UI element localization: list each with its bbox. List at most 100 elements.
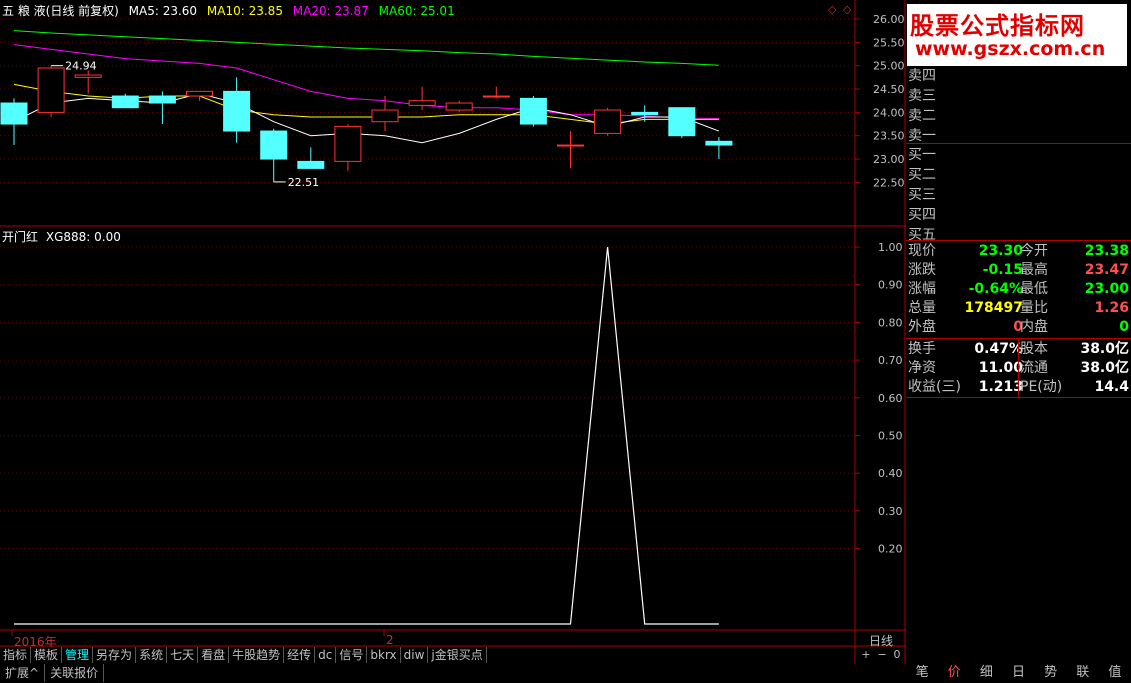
quote-value: -0.15 <box>982 262 1023 278</box>
candle-body-down <box>148 95 176 104</box>
right-tab-3[interactable]: 日 <box>1002 664 1034 682</box>
ma60-line <box>13 30 719 66</box>
y-tick-label: 1.00 <box>878 241 903 254</box>
tab-12[interactable]: diw <box>401 647 429 663</box>
right-tab-0[interactable]: 笔 <box>906 664 938 682</box>
candle-body-up <box>445 102 473 111</box>
bottom-bar: 扩展^ 关联报价 <box>0 664 906 683</box>
buy-level-label: 买二 <box>908 167 936 183</box>
tab-4[interactable]: 系统 <box>136 647 168 663</box>
sell-level-label: 卖二 <box>908 108 936 124</box>
y-tick-label: 23.50 <box>873 130 905 143</box>
buy-level-label: 买三 <box>908 187 936 203</box>
quote-value: 0.47% <box>974 341 1023 357</box>
quote-column-divider <box>1018 338 1019 397</box>
bottom-button-0[interactable]: 扩展^ <box>0 664 46 682</box>
tab-3[interactable]: 另存为 <box>93 647 137 663</box>
y-tick-label: 25.50 <box>873 36 905 49</box>
y-tick-label: 22.50 <box>873 176 905 189</box>
candle-body-down <box>0 102 28 125</box>
quote-divider-3 <box>906 397 1131 398</box>
quote-row: 总量 178497 量比 1.26 <box>906 299 1131 318</box>
tab-5[interactable]: 七天 <box>167 647 199 663</box>
quote-label: 今开 <box>1020 243 1048 259</box>
quote-label: 现价 <box>908 243 936 259</box>
tab-6[interactable]: 看盘 <box>198 647 230 663</box>
indicator-header: 开门红 XG888: 0.00 <box>2 228 121 245</box>
right-tab-5[interactable]: 联 <box>1067 664 1099 682</box>
tab-2[interactable]: 管理 <box>62 647 94 663</box>
period-label: (日线 前复权) <box>45 4 119 18</box>
indicator-name: 开门红 <box>2 230 39 244</box>
quote-label: 总量 <box>908 300 936 316</box>
quote-value: 38.0亿 <box>1080 360 1129 376</box>
quote-value: 1.26 <box>1094 300 1129 316</box>
quote-label: 最高 <box>1020 262 1048 278</box>
watermark-url: www.gszx.com.cn <box>915 38 1106 60</box>
y-tick-label: 0.50 <box>878 430 903 443</box>
y-tick-label: 24.00 <box>873 106 905 119</box>
candle-body-up <box>594 109 622 134</box>
quote-label: 换手 <box>908 341 936 357</box>
quote-label: 外盘 <box>908 319 936 335</box>
tab-7[interactable]: 牛股趋势 <box>229 647 285 663</box>
sell-level-label: 卖三 <box>908 88 936 104</box>
tab-10[interactable]: 信号 <box>336 647 368 663</box>
zoom-out-button[interactable]: − <box>877 648 886 661</box>
candle-body-up <box>186 90 213 97</box>
candle-body-down <box>705 140 733 146</box>
tab-11[interactable]: bkrx <box>367 647 401 663</box>
candle-body-down <box>223 90 251 132</box>
tab-13[interactable]: j金银买点 <box>428 647 487 663</box>
indicator-value: XG888: 0.00 <box>45 230 121 244</box>
quote-row: 涨跌 -0.15 最高 23.47 <box>906 261 1131 280</box>
right-tab-2[interactable]: 细 <box>970 664 1002 682</box>
low-marker-label: 22.51 <box>288 176 320 189</box>
zoom-value: 0 <box>893 648 901 661</box>
y-tick-label: 0.30 <box>878 505 903 518</box>
quote-value: 23.30 <box>978 243 1023 259</box>
quote-divider <box>906 240 1131 241</box>
collapse-diamond-icon[interactable]: ◇ <box>828 3 836 16</box>
chart-canvas[interactable]: 26.00 25.50 25.00 24.50 24.00 23.50 23.00 22.50… <box>0 0 906 664</box>
candle-body-down <box>260 130 288 160</box>
stock-name: 五 粮 液 <box>2 4 46 18</box>
watermark: 股票公式指标网 www.gszx.com.cn <box>907 4 1127 66</box>
buy-level-label: 买四 <box>908 207 936 223</box>
right-tab-4[interactable]: 势 <box>1035 664 1067 682</box>
right-tab-1[interactable]: 价 <box>938 664 970 682</box>
candle-body-down <box>297 160 325 169</box>
quote-row: 外盘 0 内盘 0 <box>906 318 1131 337</box>
quote-value: 1.213 <box>978 379 1023 395</box>
quote-value: 0 <box>1119 319 1129 335</box>
right-tab-6[interactable]: 值 <box>1099 664 1131 682</box>
quote-panel: 卖五卖四卖三卖二卖一买一买二买三买四买五 现价23.30今开23.38涨跌-0.… <box>906 0 1131 661</box>
quote-value: 23.00 <box>1084 281 1129 297</box>
quote-value: -0.64% <box>968 281 1023 297</box>
ma10-label: MA10: 23.85 <box>206 4 283 18</box>
quote-label: 流通 <box>1020 360 1048 376</box>
tab-8[interactable]: 经传 <box>284 647 316 663</box>
zoom-in-button[interactable]: + <box>861 648 870 661</box>
candle-body-up <box>557 144 584 147</box>
indicator-tabbar: 指标 模板 管理 另存为 系统 七天 看盘 牛股趋势 经传 dc 信号 bkrx diw j金银买点 <box>0 647 487 664</box>
quote-value: 23.38 <box>1084 243 1129 259</box>
bottom-button-1[interactable]: 关联报价 <box>45 664 105 682</box>
expand-diamond-icon[interactable]: ◇ <box>843 3 851 16</box>
quote-label: 涨幅 <box>908 281 936 297</box>
tab-1[interactable]: 模板 <box>31 647 63 663</box>
tab-9[interactable]: dc <box>315 647 337 663</box>
quote-label: 量比 <box>1020 300 1048 316</box>
candle-body-up <box>37 67 65 113</box>
ma5-label: MA5: 23.60 <box>128 4 198 18</box>
y-tick-label: 0.90 <box>878 279 903 292</box>
quote-value: 14.4 <box>1094 379 1129 395</box>
y-tick-label: 0.40 <box>878 467 903 480</box>
ma20-label: MA20: 23.87 <box>292 4 369 18</box>
tab-0[interactable]: 指标 <box>0 647 32 663</box>
quote-label: 涨跌 <box>908 262 936 278</box>
y-tick-label: 0.80 <box>878 316 903 329</box>
period-button[interactable]: 日线 <box>858 632 904 649</box>
candle-body-down <box>631 111 659 116</box>
y-tick-label: 25.00 <box>873 60 905 73</box>
